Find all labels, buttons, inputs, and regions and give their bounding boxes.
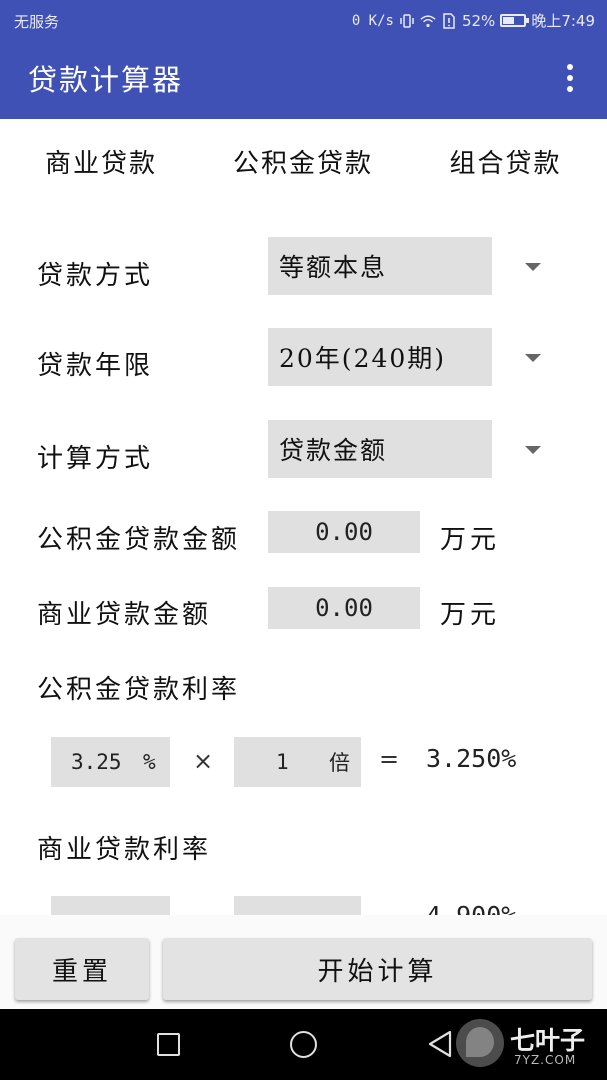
fund-amount-input[interactable]: 0.00 [268,511,420,553]
action-bar: 重置 开始计算 [0,915,607,1009]
battery-icon [500,14,530,27]
calc-method-select[interactable]: 贷款金额 [268,420,492,478]
equals-sign: = [379,745,400,773]
fund-base-rate-value: 3.25 [71,750,122,774]
fund-multiplier-input[interactable]: 1 倍 [234,737,361,787]
commercial-base-rate-input[interactable] [51,896,170,915]
recent-apps-icon[interactable] [157,1033,180,1056]
calculate-button[interactable]: 开始计算 [163,938,592,1000]
loan-term-select[interactable]: 20年(240期) [268,328,492,386]
multiply-sign: × [193,747,214,775]
fund-amount-unit: 万元 [440,525,501,555]
fund-rate-result: 3.250% [426,744,517,773]
clock: 晚上7:49 [531,12,595,30]
watermark-logo: 七叶子 7YZ.COM [452,1013,602,1075]
status-bar: 无服务 0 K/s 52% 晚上7:49 [0,0,607,42]
fund-amount-label: 公积金贷款金额 [37,525,241,555]
status-icons: 0 K/s 52% 晚上7:49 [352,10,595,31]
fund-rate-label: 公积金贷款利率 [37,675,241,705]
calc-method-label: 计算方式 [37,444,154,474]
commercial-rate-label: 商业贷款利率 [37,835,212,865]
loan-form: 贷款方式 等额本息 贷款年限 20年(240期) 计算方式 贷款金额 公积金贷款… [0,203,607,915]
loan-type-tabs: 商业贷款 公积金贷款 组合贷款 [0,119,607,322]
tab-commercial-loan[interactable]: 商业贷款 [0,119,202,203]
system-nav-bar: 七叶子 7YZ.COM [0,1009,607,1080]
repayment-method-select[interactable]: 等额本息 [268,237,492,295]
wifi-icon [420,14,436,27]
tab-combined-loan[interactable]: 组合贷款 [404,119,607,203]
overflow-menu-icon[interactable] [555,58,585,98]
watermark-subtext: 7YZ.COM [514,1053,577,1067]
fund-multiplier-value: 1 [276,750,289,774]
vibrate-icon [400,13,414,28]
sim-alert-icon [443,12,455,29]
reset-button[interactable]: 重置 [15,938,149,1000]
back-icon[interactable] [426,1029,454,1059]
percent-sign: % [143,750,156,774]
commercial-amount-label: 商业贷款金额 [37,600,212,630]
leaf-logo-icon [456,1019,504,1067]
commercial-rate-result: 4.900% [426,901,516,915]
tab-provident-fund-loan[interactable]: 公积金贷款 [202,119,404,203]
watermark-text: 七叶子 [510,1026,586,1055]
loan-term-label: 贷款年限 [37,351,154,381]
battery-percent: 52% [461,11,496,30]
multiplier-unit: 倍 [329,751,350,775]
commercial-amount-unit: 万元 [440,600,501,630]
fund-base-rate-input[interactable]: 3.25 % [51,737,170,787]
network-speed: 0 K/s [351,12,394,29]
carrier-text: 无服务 [14,13,60,31]
chevron-down-icon[interactable] [525,446,541,454]
app-bar: 贷款计算器 [0,42,607,119]
repayment-method-label: 贷款方式 [37,261,154,291]
commercial-amount-input[interactable]: 0.00 [268,587,420,629]
chevron-down-icon[interactable] [525,263,541,271]
chevron-down-icon[interactable] [525,354,541,362]
home-icon[interactable] [290,1031,317,1058]
app-title: 贷款计算器 [28,63,184,97]
commercial-multiplier-input[interactable] [234,896,361,915]
